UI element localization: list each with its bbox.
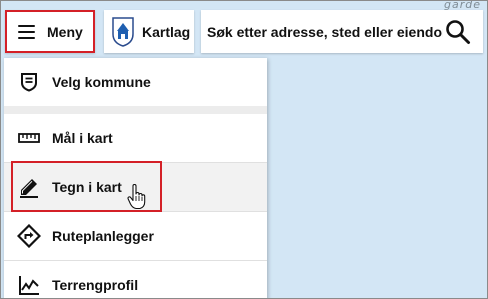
menu-button-label: Meny — [47, 23, 83, 40]
menu-item-mal-i-kart[interactable]: Mål i kart — [4, 114, 267, 162]
layers-button[interactable]: Kartlag — [104, 10, 194, 53]
municipality-crest-icon — [112, 16, 134, 47]
ruler-icon — [16, 125, 42, 151]
municipality-shield-icon — [16, 69, 42, 95]
layers-button-label: Kartlag — [142, 23, 191, 40]
menu-item-label: Velg kommune — [52, 74, 151, 90]
menu-item-velg-kommune[interactable]: Velg kommune — [4, 58, 267, 106]
menu-group-divider — [4, 106, 267, 114]
search-icon[interactable] — [445, 19, 471, 45]
route-icon — [16, 223, 42, 249]
hand-cursor-icon — [127, 184, 146, 210]
search-input[interactable] — [207, 16, 443, 47]
menu-item-label: Ruteplanlegger — [52, 228, 154, 244]
menu-item-label: Terrengprofil — [52, 277, 139, 293]
menu-button[interactable]: Meny — [5, 10, 95, 53]
menu-item-ruteplanlegger[interactable]: Ruteplanlegger — [4, 212, 267, 260]
app-frame: garde Meny Kartlag Søk etter adresse, st… — [0, 0, 488, 299]
search-box — [201, 10, 483, 53]
menu-item-label: Mål i kart — [52, 130, 113, 146]
terrain-profile-icon — [16, 272, 42, 298]
hamburger-icon — [18, 24, 35, 39]
menu-item-terrengprofil[interactable]: Terrengprofil — [4, 261, 267, 298]
